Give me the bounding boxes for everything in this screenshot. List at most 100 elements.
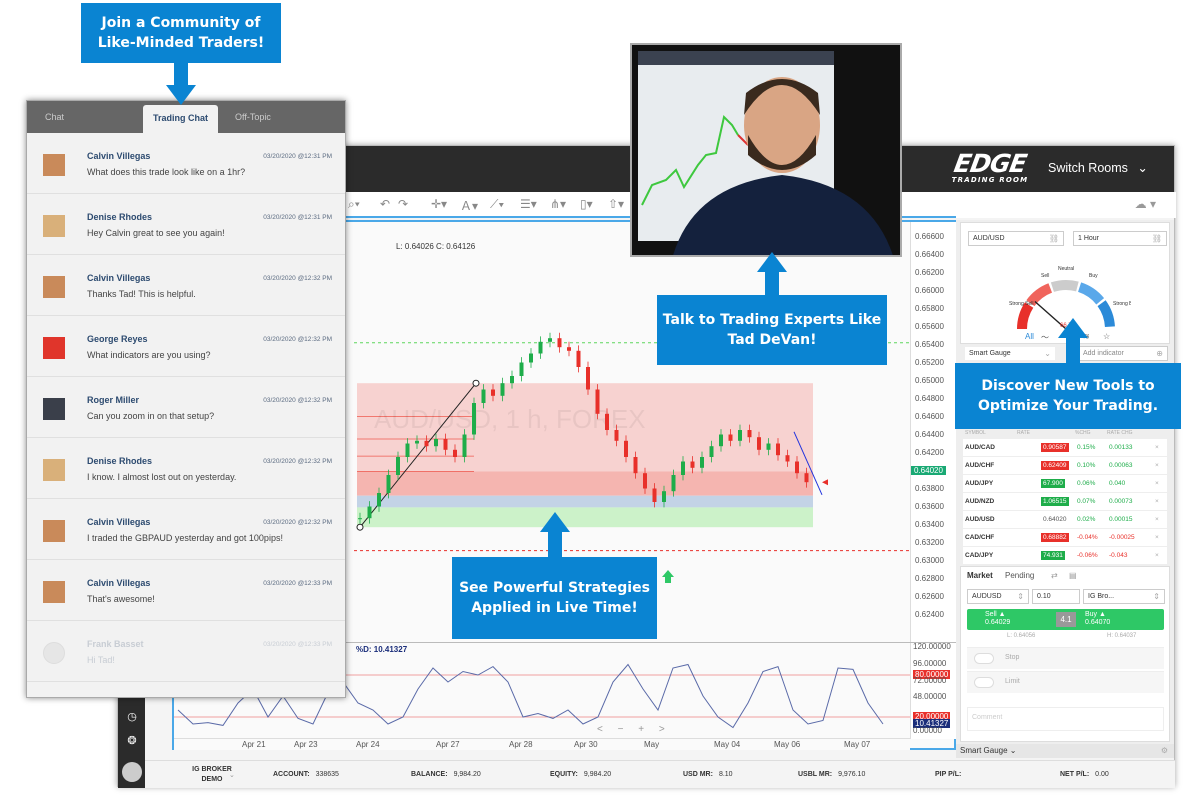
message-author[interactable]: Calvin Villegas — [87, 578, 150, 588]
add-indicator-button[interactable]: Add indicator ⊕ — [1078, 346, 1168, 361]
comment-input[interactable]: Comment — [967, 707, 1164, 731]
gauge-label: Buy — [1089, 273, 1098, 279]
candle-body — [377, 493, 381, 507]
pattern-icon[interactable]: ⋔▾ — [550, 197, 566, 211]
limit-label: Limit — [1005, 678, 1020, 685]
watchlist-row[interactable]: AUD/USD 0.64020 0.02% 0.00015 × — [963, 511, 1167, 529]
price-tick: 0.64400 — [915, 430, 944, 439]
avatar[interactable] — [43, 276, 65, 298]
remove-icon[interactable]: × — [1155, 480, 1159, 487]
arrow-up-icon[interactable]: ⇧▾ — [608, 197, 624, 211]
remove-icon[interactable]: × — [1155, 516, 1159, 523]
clock-icon[interactable]: ◷ — [125, 710, 139, 724]
row-symbol: AUD/USD — [965, 516, 995, 523]
chat-message: Denise Rhodes 03/20/2020 @12:32 PM I know.… — [27, 438, 345, 499]
tab-chat[interactable]: Chat — [45, 112, 64, 122]
zoom-icon[interactable]: ⌕▾ — [348, 197, 360, 212]
avatar[interactable] — [43, 154, 65, 176]
link-icon[interactable]: ⛓ — [1049, 234, 1059, 243]
trend-anchor — [472, 379, 480, 387]
remove-icon[interactable]: × — [1155, 462, 1159, 469]
live-video-feed[interactable] — [630, 43, 902, 257]
undo-icon[interactable]: ↶ — [380, 197, 390, 211]
instrument-value: AUDUSD — [972, 593, 1002, 600]
avatar[interactable] — [43, 215, 65, 237]
remove-icon[interactable]: × — [1155, 552, 1159, 559]
measure-icon[interactable]: ▯▾ — [580, 197, 593, 211]
candle-body — [719, 434, 723, 447]
interval-field[interactable]: 1 Hour ⛓ — [1073, 231, 1167, 246]
chevron-down-icon: ⌄ — [1137, 161, 1148, 175]
chart-nav-controls[interactable]: < − + > — [597, 724, 671, 735]
switch-rooms-dropdown[interactable]: Switch Rooms ⌄ — [1048, 160, 1148, 175]
stop-toggle[interactable] — [974, 653, 994, 664]
chat-message: Frank Basset 03/20/2020 @12:33 PM Hi Tad! — [27, 621, 345, 682]
indicator-select[interactable]: Smart Gauge ⌄ — [964, 346, 1056, 361]
tab-trading-chat[interactable]: Trading Chat — [143, 105, 219, 133]
watchlist-row[interactable]: AUD/NZD 1.06515 0.07% 0.00073 × — [963, 493, 1167, 511]
avatar[interactable] — [43, 520, 65, 542]
avatar[interactable] — [43, 581, 65, 603]
cloud-icon[interactable]: ☁ ▾ — [1135, 197, 1156, 211]
trendline-icon[interactable]: ⟋▾ — [490, 197, 504, 212]
symbol-field[interactable]: AUD/USD ⛓ — [968, 231, 1064, 246]
redo-icon[interactable]: ↷ — [398, 197, 408, 211]
sell-button[interactable]: Sell ▲ 0.64029 — [985, 611, 1010, 627]
chevron-down-icon[interactable]: ⌄ — [229, 771, 235, 779]
broker-selector[interactable]: IG BROKER DEMO — [177, 765, 247, 785]
price-axis[interactable]: 0.66600 0.66400 0.66200 0.66000 0.65800 0.656… — [910, 222, 956, 642]
avatar[interactable] — [43, 459, 65, 481]
tab-market[interactable]: Market — [967, 571, 993, 580]
remove-icon[interactable]: × — [1155, 534, 1159, 541]
candle-body — [614, 430, 619, 441]
remove-icon[interactable]: × — [1155, 444, 1159, 451]
instrument-select[interactable]: AUDUSD ⇕ — [967, 589, 1029, 604]
chat-message: Calvin Villegas 03/20/2020 @12:32 PM Thank… — [27, 255, 345, 316]
gauge-tab-all[interactable]: All — [1025, 332, 1034, 341]
oscillator-tick: 72.00000 — [913, 675, 947, 685]
price-tick: 0.64800 — [915, 394, 944, 403]
message-author[interactable]: Calvin Villegas — [87, 273, 150, 283]
message-author[interactable]: Denise Rhodes — [87, 212, 152, 222]
user-avatar[interactable] — [122, 762, 142, 782]
watchlist-row[interactable]: AUD/CHF 0.62409 0.10% 0.00063 × — [963, 457, 1167, 475]
avatar[interactable] — [43, 337, 65, 359]
star-icon[interactable]: ☆ — [1103, 332, 1110, 341]
avatar[interactable] — [43, 642, 65, 664]
message-author[interactable]: George Reyes — [87, 334, 148, 344]
text-tool-icon[interactable]: Ａ▾ — [460, 197, 478, 214]
message-author[interactable]: Frank Basset — [87, 639, 144, 649]
swap-icon[interactable]: ⇄ — [1051, 571, 1058, 580]
row-rate-change: 0.00063 — [1109, 462, 1133, 469]
watchlist-row[interactable]: AUD/JPY 67.900 0.06% 0.040 × — [963, 475, 1167, 493]
chat-bubbles-icon[interactable]: ❂ — [125, 734, 139, 748]
date-tick: Apr 23 — [294, 740, 318, 749]
smart-gauge-footer[interactable]: Smart Gauge ⌄ ⚙ — [956, 744, 1174, 758]
crosshair-icon[interactable]: ✛▾ — [431, 197, 447, 211]
candle-body — [757, 437, 761, 450]
buy-button[interactable]: Buy ▲ 0.64070 — [1085, 611, 1110, 627]
gauge-tab-trend-icon[interactable]: 〜 — [1041, 332, 1049, 343]
watchlist-row[interactable]: CAD/CHF 0.68882 -0.04% -0.00025 × — [963, 529, 1167, 547]
candle-body — [386, 475, 391, 493]
limit-toggle[interactable] — [974, 677, 994, 688]
message-author[interactable]: Denise Rhodes — [87, 456, 152, 466]
candle-body — [358, 518, 362, 520]
watchlist-row[interactable]: AUD/CAD 0.90587 0.15% 0.00133 × — [963, 439, 1167, 457]
horizontal-lines-icon[interactable]: ☰▾ — [520, 197, 537, 211]
link-icon[interactable]: ⛓ — [1152, 234, 1162, 243]
watchlist-row[interactable]: CAD/JPY 74.931 -0.06% -0.043 × — [963, 547, 1167, 565]
callout-experts: Talk to Trading Experts Like Tad DeVan! — [657, 295, 887, 365]
message-author[interactable]: Calvin Villegas — [87, 517, 150, 527]
tab-off-topic[interactable]: Off-Topic — [235, 112, 271, 122]
tab-pending[interactable]: Pending — [1005, 571, 1034, 580]
remove-icon[interactable]: × — [1155, 498, 1159, 505]
quantity-input[interactable]: 0.10 — [1032, 589, 1080, 604]
settings-icon[interactable]: ⚙ — [1161, 746, 1168, 755]
avatar[interactable] — [43, 398, 65, 420]
message-author[interactable]: Roger Miller — [87, 395, 139, 405]
broker-select[interactable]: IG Bro... ⇕ — [1083, 589, 1165, 604]
row-rate-change: -0.00025 — [1109, 534, 1135, 541]
message-author[interactable]: Calvin Villegas — [87, 151, 150, 161]
card-icon[interactable]: ▤ — [1069, 571, 1077, 580]
